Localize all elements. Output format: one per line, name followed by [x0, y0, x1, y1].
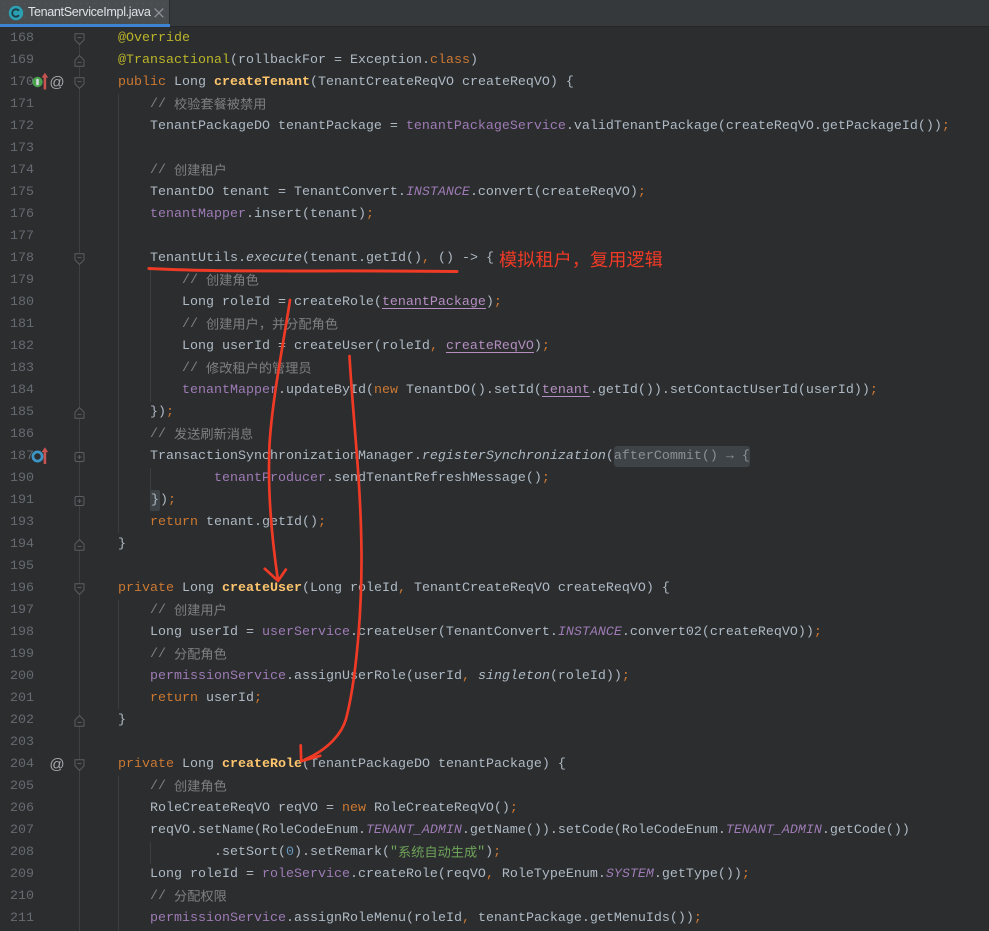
svg-text:@: @ [49, 74, 64, 91]
svg-text:@: @ [49, 756, 64, 773]
